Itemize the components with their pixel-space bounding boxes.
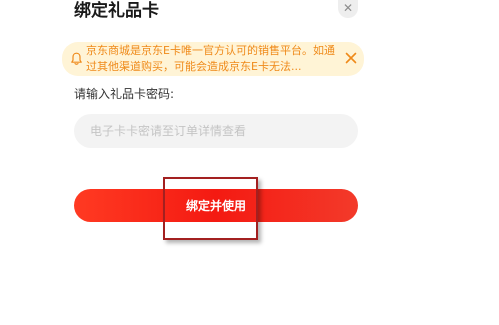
close-icon: ✕ <box>342 1 354 15</box>
notice-text: 京东商城是京东E卡唯一官方认可的销售平台。如通过其他渠道购买，可能会造成京东E卡… <box>86 44 335 73</box>
notice-banner: 京东商城是京东E卡唯一官方认可的销售平台。如通过其他渠道购买，可能会造成京东E卡… <box>62 42 364 76</box>
bind-and-use-button[interactable]: 绑定并使用 <box>74 189 358 222</box>
card-password-input[interactable] <box>74 114 358 148</box>
notice-close-icon[interactable] <box>343 50 359 66</box>
dialog-close-button[interactable]: ✕ <box>338 0 358 18</box>
bell-icon <box>71 52 82 65</box>
password-label: 请输入礼品卡密码: <box>74 87 175 101</box>
dialog-title: 绑定礼品卡 <box>74 1 159 21</box>
